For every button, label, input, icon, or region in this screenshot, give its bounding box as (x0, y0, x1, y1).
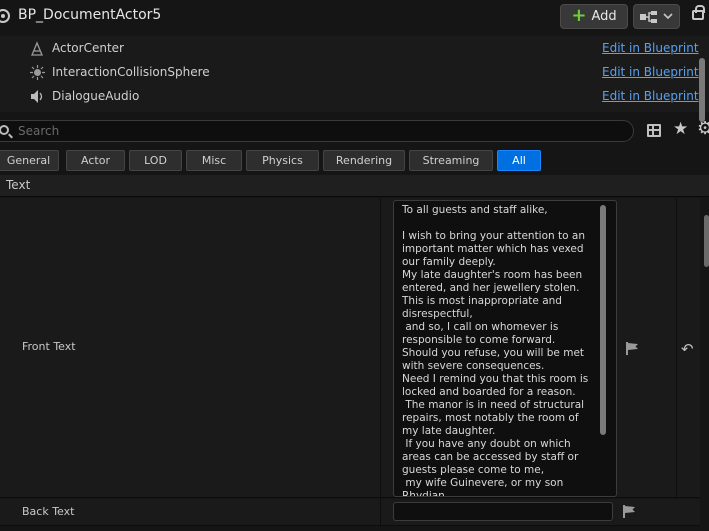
filter-tab-lod[interactable]: LOD (129, 150, 182, 171)
localization-flag-icon[interactable] (626, 342, 638, 355)
component-row-interactioncollisionsphere[interactable]: InteractionCollisionSphere Edit in Bluep… (0, 60, 700, 84)
search-icon (0, 125, 9, 135)
gear-icon[interactable]: ⚙ (697, 118, 709, 139)
front-text-value[interactable]: To all guests and staff alike, I wish to… (402, 204, 596, 496)
column-divider[interactable] (380, 499, 381, 525)
components-scrollbar[interactable] (699, 58, 705, 122)
edit-in-blueprint-link[interactable]: Edit in Blueprint (602, 41, 699, 55)
edit-in-blueprint-link[interactable]: Edit in Blueprint (602, 65, 699, 79)
details-header: BP_DocumentActor5 + Add (0, 0, 709, 33)
front-text-scrollbar[interactable] (600, 205, 606, 435)
table-view-icon[interactable] (647, 124, 661, 137)
component-label: InteractionCollisionSphere (52, 65, 210, 79)
component-row-dialogueaudio[interactable]: DialogueAudio Edit in Blueprint (0, 84, 700, 108)
component-label: DialogueAudio (52, 89, 140, 103)
filter-tab-general[interactable]: General (0, 150, 59, 171)
plus-icon: + (571, 4, 587, 26)
blueprint-options-button[interactable] (633, 4, 680, 29)
collision-sphere-icon (30, 65, 45, 80)
actor-icon (0, 9, 10, 23)
actor-title: BP_DocumentActor5 (18, 7, 162, 23)
category-title: Text (6, 178, 31, 192)
component-label: ActorCenter (52, 41, 124, 55)
components-list: ActorCenter Edit in Blueprint Interactio… (0, 36, 709, 122)
star-icon[interactable]: ★ (673, 119, 688, 139)
filter-tab-actor[interactable]: Actor (66, 150, 125, 171)
component-row-actorcenter[interactable]: ActorCenter Edit in Blueprint (0, 36, 700, 60)
add-component-button[interactable]: + Add (560, 4, 628, 29)
lock-icon[interactable] (692, 5, 705, 20)
localization-flag-icon[interactable] (623, 505, 635, 518)
chevron-down-icon (663, 13, 673, 20)
filter-tab-all[interactable]: All (497, 150, 541, 171)
column-divider[interactable] (380, 198, 381, 497)
reset-column-divider (676, 198, 677, 497)
blueprint-hierarchy-icon (640, 10, 657, 23)
filter-tab-misc[interactable]: Misc (186, 150, 242, 171)
reset-to-default-icon[interactable]: ↶ (681, 340, 694, 358)
back-text-label: Back Text (22, 505, 75, 518)
actor-center-icon (31, 41, 43, 56)
search-input[interactable] (18, 122, 618, 140)
filter-tab-rendering[interactable]: Rendering (323, 150, 405, 171)
filter-tab-streaming[interactable]: Streaming (409, 150, 493, 171)
back-text-field[interactable] (393, 502, 613, 521)
filter-tab-physics[interactable]: Physics (246, 150, 319, 171)
edit-in-blueprint-link[interactable]: Edit in Blueprint (602, 89, 699, 103)
front-text-label: Front Text (22, 340, 76, 353)
speaker-icon (31, 90, 43, 103)
text-category-header[interactable]: Text (0, 175, 709, 197)
add-button-label: Add (591, 9, 617, 24)
details-scrollbar[interactable] (704, 215, 709, 267)
front-text-field[interactable]: To all guests and staff alike, I wish to… (393, 200, 617, 497)
